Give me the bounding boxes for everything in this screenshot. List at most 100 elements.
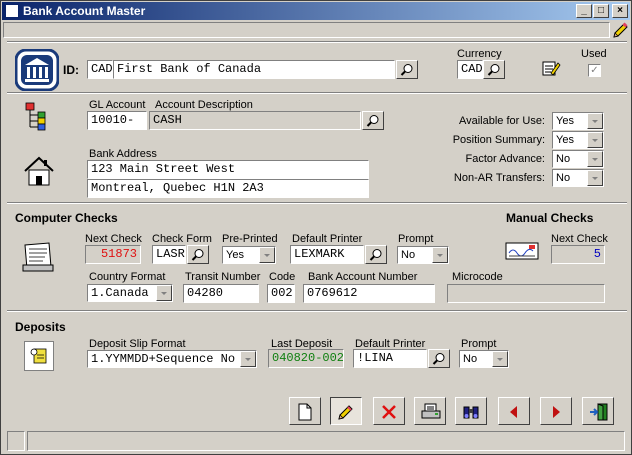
window-title: Bank Account Master bbox=[23, 4, 146, 18]
bank-address-line2-field[interactable]: Montreal, Quebec H1N 2A3 bbox=[87, 179, 369, 198]
code-label: Code bbox=[269, 271, 296, 283]
account-description-label: Account Description bbox=[155, 99, 253, 111]
last-deposit-field: 040820-002 bbox=[268, 349, 344, 368]
default-printer-label: Default Printer bbox=[292, 233, 363, 245]
manual-next-check-field: 5 bbox=[551, 245, 605, 264]
next-button[interactable] bbox=[540, 397, 572, 425]
house-icon bbox=[23, 155, 55, 187]
bank-account-number-field[interactable]: 0769612 bbox=[303, 284, 435, 303]
edit-button[interactable] bbox=[330, 397, 362, 425]
used-checkbox[interactable]: ✓ bbox=[588, 64, 601, 77]
deposit-prompt-select[interactable]: No bbox=[459, 350, 509, 368]
print-button[interactable] bbox=[414, 397, 446, 425]
previous-button[interactable] bbox=[498, 397, 530, 425]
currency-field[interactable]: CAD bbox=[457, 60, 483, 79]
printer-lookup-button[interactable] bbox=[365, 245, 387, 264]
microcode-label: Microcode bbox=[452, 271, 503, 283]
edit-icon bbox=[338, 405, 353, 420]
transit-number-label: Transit Number bbox=[185, 271, 261, 283]
prompt-label: Prompt bbox=[398, 233, 434, 245]
print-icon bbox=[421, 403, 441, 419]
separator bbox=[7, 202, 627, 204]
factor-advance-label: Factor Advance: bbox=[465, 153, 546, 165]
position-summary-label: Position Summary: bbox=[452, 134, 545, 146]
pencil-edit-icon[interactable] bbox=[611, 22, 629, 40]
delete-button[interactable] bbox=[373, 397, 405, 425]
binoculars-icon bbox=[463, 406, 479, 419]
magnifier-icon bbox=[487, 64, 500, 76]
maximize-button[interactable]: □ bbox=[593, 4, 609, 18]
non-ar-transfers-select[interactable]: No bbox=[552, 169, 604, 187]
app-icon bbox=[5, 4, 19, 18]
position-summary-select[interactable]: Yes bbox=[552, 131, 604, 149]
bank-name-field[interactable]: First Bank of Canada bbox=[113, 60, 395, 79]
country-format-label: Country Format bbox=[89, 271, 166, 283]
magnifier-icon bbox=[432, 353, 445, 365]
title-bar: Bank Account Master _ □ × bbox=[2, 2, 630, 20]
id-lookup-button[interactable] bbox=[396, 60, 418, 79]
separator bbox=[7, 41, 627, 43]
status-panel-main bbox=[27, 431, 625, 451]
bank-address-line1-field[interactable]: 123 Main Street West bbox=[87, 160, 369, 179]
deposit-prompt-label: Prompt bbox=[461, 338, 497, 350]
account-description-field: CASH bbox=[149, 111, 361, 130]
deposit-slip-format-select[interactable]: 1.YYMMDD+Sequence No bbox=[87, 350, 257, 368]
new-button[interactable] bbox=[289, 397, 321, 425]
pre-printed-select[interactable]: Yes bbox=[222, 246, 276, 264]
currency-lookup-button[interactable] bbox=[483, 60, 505, 79]
notes-icon[interactable] bbox=[541, 59, 561, 77]
factor-advance-select[interactable]: No bbox=[552, 150, 604, 168]
bank-account-master-window: Bank Account Master _ □ × ID: CAD First … bbox=[0, 0, 632, 455]
check-printer-icon bbox=[21, 241, 57, 273]
bank-address-label: Bank Address bbox=[89, 148, 157, 160]
bank-account-number-label: Bank Account Number bbox=[308, 271, 418, 283]
deposit-printer-lookup-button[interactable] bbox=[428, 349, 450, 368]
gl-account-label: GL Account bbox=[89, 99, 146, 111]
status-panel-left bbox=[7, 431, 25, 451]
deposits-title: Deposits bbox=[15, 320, 66, 334]
new-icon bbox=[298, 403, 312, 421]
magnifier-icon bbox=[400, 64, 413, 76]
minimize-button[interactable]: _ bbox=[576, 4, 592, 18]
code-field[interactable]: 002 bbox=[267, 284, 295, 303]
deposit-slip-icon bbox=[24, 341, 54, 371]
magnifier-icon bbox=[191, 249, 204, 261]
manual-check-icon bbox=[505, 239, 541, 263]
microcode-field bbox=[447, 284, 605, 303]
available-for-use-label: Available for Use: bbox=[458, 115, 545, 127]
check-form-lookup-button[interactable] bbox=[187, 245, 209, 264]
previous-icon bbox=[510, 406, 517, 418]
exit-icon bbox=[590, 403, 608, 421]
currency-label: Currency bbox=[457, 48, 502, 60]
default-printer-field[interactable]: LEXMARK bbox=[290, 245, 364, 264]
manual-checks-title: Manual Checks bbox=[506, 211, 594, 225]
magnifier-icon bbox=[369, 249, 382, 261]
next-check-label: Next Check bbox=[85, 233, 142, 245]
next-icon bbox=[553, 406, 560, 418]
prompt-select[interactable]: No bbox=[397, 246, 449, 264]
non-ar-transfers-label: Non-AR Transfers: bbox=[453, 172, 545, 184]
menu-strip bbox=[3, 22, 610, 38]
gl-lookup-button[interactable] bbox=[362, 111, 384, 130]
magnifier-icon bbox=[366, 115, 379, 127]
transit-number-field[interactable]: 04280 bbox=[183, 284, 259, 303]
deposit-slip-format-label: Deposit Slip Format bbox=[89, 338, 186, 350]
used-label: Used bbox=[581, 48, 607, 60]
separator bbox=[7, 92, 627, 94]
bank-icon bbox=[14, 48, 60, 92]
close-window-button[interactable]: × bbox=[612, 4, 628, 18]
id-label: ID: bbox=[63, 63, 79, 77]
gl-account-field[interactable]: 10010- bbox=[87, 111, 147, 130]
manual-next-check-label: Next Check bbox=[551, 233, 608, 245]
search-button[interactable] bbox=[455, 397, 487, 425]
deposit-printer-field[interactable]: !LINA bbox=[353, 349, 427, 368]
check-form-field[interactable]: LASR bbox=[152, 245, 186, 264]
delete-icon bbox=[382, 405, 396, 419]
currency-code-field[interactable]: CAD bbox=[87, 60, 113, 79]
exit-button[interactable] bbox=[582, 397, 614, 425]
available-for-use-select[interactable]: Yes bbox=[552, 112, 604, 130]
gl-tree-icon bbox=[25, 102, 51, 132]
next-check-field: 51873 bbox=[85, 245, 141, 264]
check-form-label: Check Form bbox=[152, 233, 212, 245]
country-format-select[interactable]: 1.Canada bbox=[87, 284, 173, 302]
